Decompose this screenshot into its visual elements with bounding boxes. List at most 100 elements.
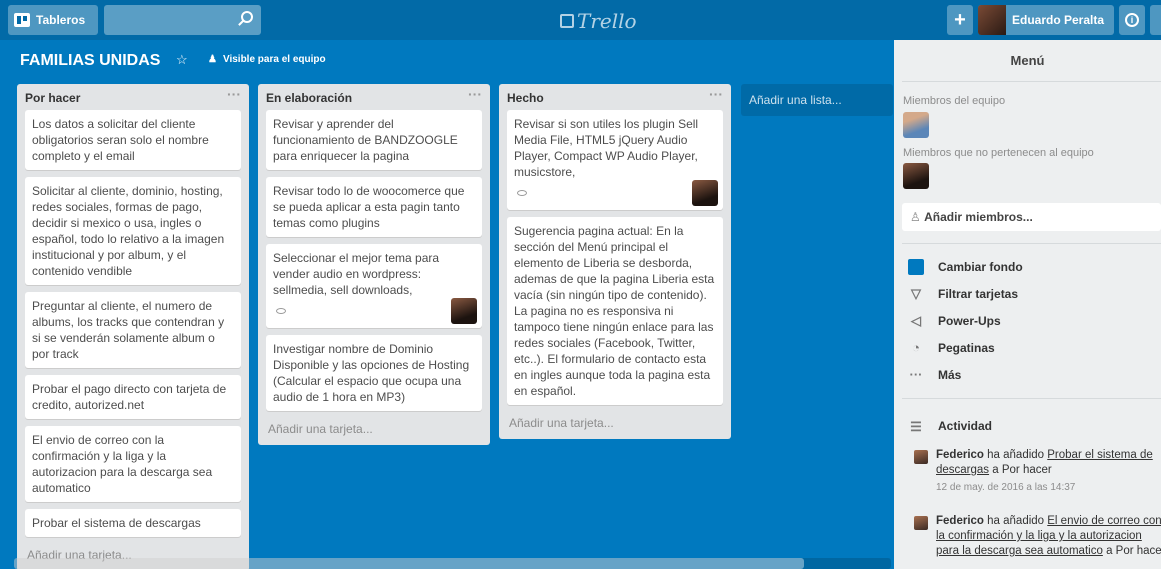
filter-cards-item[interactable]: ▽ Filtrar tarjetas [908,286,1018,302]
activity-verb: ha añadido [987,449,1045,461]
filter-icon: ▽ [911,286,921,301]
star-icon[interactable]: ☆ [176,52,188,68]
board-title[interactable]: FAMILIAS UNIDAS [20,52,160,70]
card-badges [273,298,477,324]
card[interactable]: Solicitar al cliente, dominio, hosting, … [25,177,241,285]
card[interactable]: Preguntar al cliente, el numero de album… [25,292,241,368]
card[interactable]: Los datos a solicitar del cliente obliga… [25,110,241,170]
team-members-label: Miembros del equipo [903,95,1006,107]
trello-logo[interactable]: Trello [560,9,637,33]
card-title: Solicitar al cliente, dominio, hosting, … [32,184,225,278]
info-button[interactable]: i [1119,5,1145,35]
menu-item-label: Más [938,367,962,382]
card[interactable]: Sugerencia pagina actual: En la sección … [507,217,723,405]
trello-logo-icon [560,14,574,28]
add-card-button[interactable]: Añadir una tarjeta... [258,418,490,445]
top-header: Tableros Trello + Eduardo Peralta i [0,0,1161,40]
list-header[interactable]: En elaboración ··· [258,84,490,110]
card[interactable]: Probar el sistema de descargas [25,509,241,537]
power-ups-item[interactable]: ◁ Power-Ups [908,313,1001,329]
card[interactable]: Revisar todo lo de woocomerce que se pue… [266,177,482,237]
activity-avatar[interactable] [914,450,928,464]
activity-entry: Federico ha añadido Probar el sistema de… [914,448,1161,495]
notifications-button[interactable] [1150,5,1161,35]
list-title[interactable]: En elaboración [266,91,352,105]
card-title: Sugerencia pagina actual: En la sección … [514,224,715,398]
menu-item-label: Pegatinas [938,340,995,355]
divider [902,243,1161,244]
boards-label: Tableros [36,13,86,27]
info-icon: i [1125,13,1139,27]
list-title[interactable]: Hecho [507,91,544,105]
add-members-label: Añadir miembros... [924,210,1033,224]
menu-item-label: Power-Ups [938,314,1001,328]
add-card-button[interactable]: Añadir una tarjeta... [499,412,731,439]
visibility-button[interactable]: ♟ Visible para el equipo [208,54,326,65]
add-button[interactable]: + [947,5,973,35]
card-title: Preguntar al cliente, el numero de album… [32,299,225,361]
card[interactable]: Seleccionar el mejor tema para vender au… [266,244,482,328]
non-team-members-label: Miembros que no pertenecen al equipo [903,147,1094,159]
scrollbar-thumb[interactable] [14,558,804,569]
card[interactable]: Investigar nombre de Dominio Disponible … [266,335,482,411]
card-member-avatar[interactable] [692,180,718,206]
non-team-member-avatar[interactable] [903,163,929,189]
card[interactable]: Probar el pago directo con tarjeta de cr… [25,375,241,419]
activity-date[interactable]: 12 de may. de 2016 a las 14:37 [936,480,1161,495]
change-background-item[interactable]: Cambiar fondo [908,259,1023,275]
list-header[interactable]: Por hacer ··· [17,84,249,110]
card-title: Revisar si son utiles los plugin Sell Me… [514,117,699,179]
activity-user[interactable]: Federico [936,449,984,461]
card-title: Los datos a solicitar del cliente obliga… [32,117,209,163]
person-icon: ♙ [910,210,925,224]
activity-user[interactable]: Federico [936,515,984,527]
activity-suffix: a Por hacer [992,464,1052,476]
watch-eye-icon [276,308,286,314]
list-header[interactable]: Hecho ··· [499,84,731,110]
activity-verb: ha añadido [987,515,1045,527]
card-title: Probar el sistema de descargas [32,516,201,530]
more-item[interactable]: ··· Más [908,367,962,382]
card-title: Probar el pago directo con tarjeta de cr… [32,382,227,412]
card-title: Seleccionar el mejor tema para vender au… [273,251,440,297]
boards-button[interactable]: Tableros [8,5,98,35]
list-en-elaboracion: En elaboración ··· Revisar y aprender de… [258,84,490,445]
card-title: Investigar nombre de Dominio Disponible … [273,342,470,404]
card[interactable]: Revisar y aprender del funcionamiento de… [266,110,482,170]
activity-suffix: a Por hacer [1106,545,1161,557]
search-input[interactable] [104,5,261,35]
card[interactable]: Revisar si son utiles los plugin Sell Me… [507,110,723,210]
list-hecho: Hecho ··· Revisar si son utiles los plug… [499,84,731,439]
activity-header: ☰ Actividad [908,419,992,435]
add-list-button[interactable]: Añadir una lista... [741,84,893,116]
menu-item-label: Cambiar fondo [938,260,1023,274]
watch-eye-icon [517,190,527,196]
stickers-item[interactable]: ◔ Pegatinas [908,340,995,355]
list-title[interactable]: Por hacer [25,91,80,105]
add-members-button[interactable]: ♙ Añadir miembros... [902,203,1161,231]
trello-logo-text: Trello [577,9,637,33]
boards-icon [14,13,30,27]
team-member-avatar[interactable] [903,112,929,138]
menu-item-label: Filtrar tarjetas [938,287,1019,301]
avatar [978,5,1006,35]
activity-label: Actividad [938,419,993,433]
activity-body: Federico ha añadido El envio de correo c… [916,514,1161,559]
list-menu-icon[interactable]: ··· [468,86,482,102]
card-member-avatar[interactable] [451,298,477,324]
activity-avatar[interactable] [914,516,928,530]
divider [902,398,1161,399]
card-badges [514,180,718,206]
card-title: El envio de correo con la confirmación y… [32,433,213,495]
list-por-hacer: Por hacer ··· Los datos a solicitar del … [17,84,249,569]
activity-entry: Federico ha añadido El envio de correo c… [914,514,1161,559]
search-icon[interactable] [241,11,253,23]
user-menu-button[interactable]: Eduardo Peralta [978,5,1114,35]
ellipsis-icon: ··· [909,367,923,382]
divider [902,81,1161,82]
list-menu-icon[interactable]: ··· [709,86,723,102]
background-color-icon [908,259,924,275]
horizontal-scrollbar[interactable] [14,558,891,569]
card[interactable]: El envio de correo con la confirmación y… [25,426,241,502]
list-menu-icon[interactable]: ··· [227,86,241,102]
